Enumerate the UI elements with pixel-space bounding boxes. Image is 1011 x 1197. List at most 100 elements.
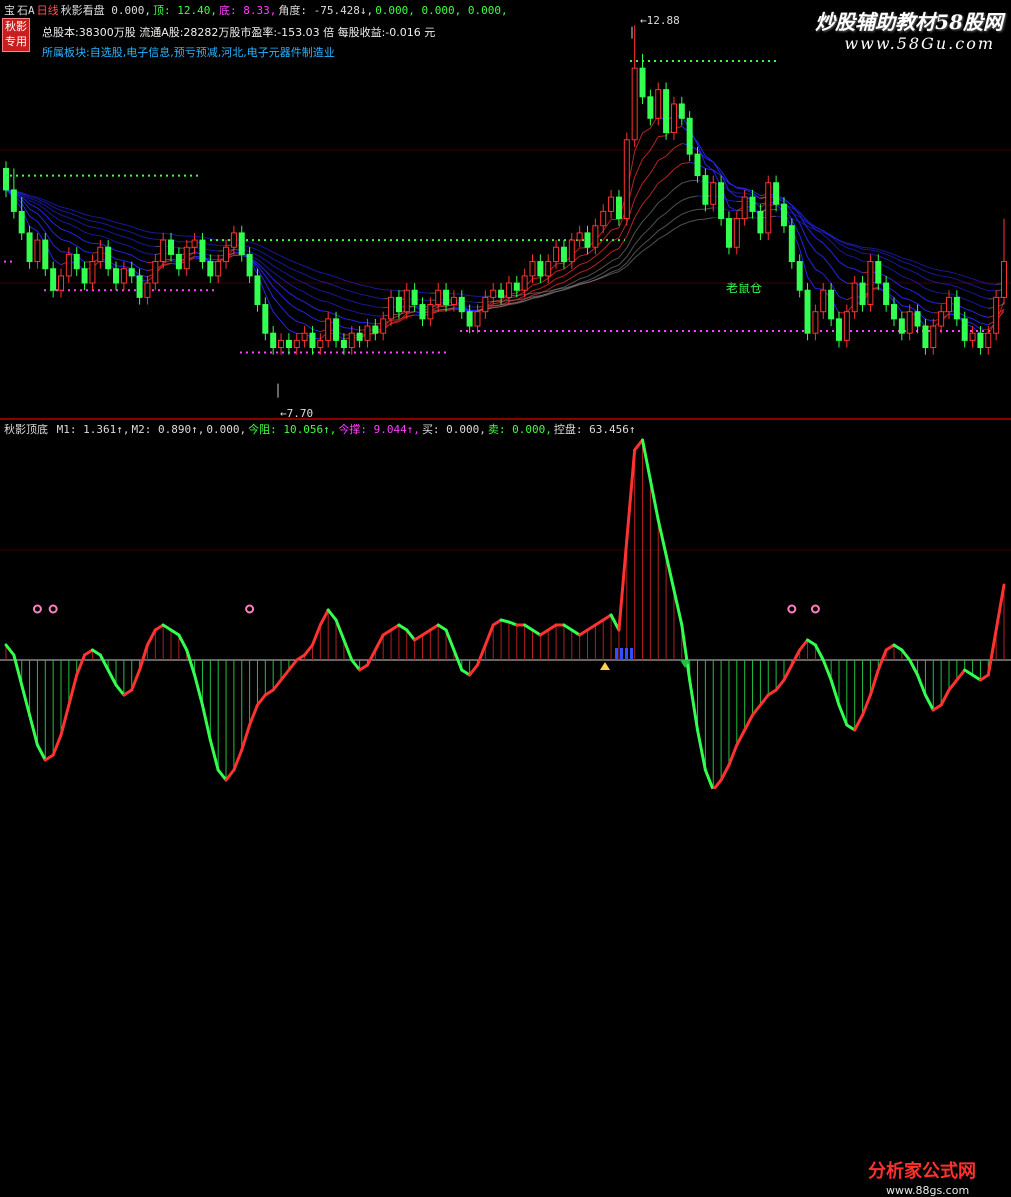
candle-body xyxy=(302,333,307,340)
candle-body xyxy=(161,240,166,261)
ma-segment xyxy=(352,292,360,295)
candle-body xyxy=(176,254,181,268)
ma-segment xyxy=(100,236,108,239)
ma-segment xyxy=(305,313,313,318)
candle-body xyxy=(742,197,747,218)
oscillator-line xyxy=(477,645,485,665)
ma-segment xyxy=(336,315,344,319)
oscillator-line xyxy=(289,660,297,670)
candle-body xyxy=(711,183,716,204)
ma-segment xyxy=(564,278,572,283)
oscillator-line xyxy=(910,660,918,675)
candle-body xyxy=(695,154,700,175)
candle-body xyxy=(137,276,142,297)
oscillator-line xyxy=(996,585,1004,630)
candle-body xyxy=(216,262,221,276)
ma-segment xyxy=(92,221,100,222)
oscillator-line xyxy=(776,680,784,690)
ma-segment xyxy=(53,207,61,211)
ma-segment xyxy=(517,295,525,296)
ma-segment xyxy=(328,302,336,305)
oscillator-line xyxy=(800,640,808,650)
ma-segment xyxy=(305,283,313,287)
candle-body xyxy=(703,176,708,205)
ma-segment xyxy=(92,227,100,228)
ma-segment xyxy=(100,223,108,225)
ma-segment xyxy=(281,263,289,267)
ma-segment xyxy=(45,222,53,232)
volume-block xyxy=(625,648,628,660)
candle-body xyxy=(51,269,56,290)
ma-segment xyxy=(289,330,297,333)
ma-segment xyxy=(965,316,973,319)
candle-body xyxy=(318,340,323,347)
oscillator-line xyxy=(234,750,242,770)
candle-body xyxy=(404,290,409,311)
ma-segment xyxy=(611,248,619,252)
candle-body xyxy=(255,276,260,305)
ma-segment xyxy=(360,294,368,296)
ma-segment xyxy=(140,243,148,246)
candle-body xyxy=(750,197,755,211)
ma-segment xyxy=(988,284,996,285)
candle-body xyxy=(962,319,967,340)
ma-segment xyxy=(281,295,289,303)
ma-segment xyxy=(533,278,541,279)
ma-segment xyxy=(973,285,981,288)
ma-segment xyxy=(202,237,210,239)
oscillator-line xyxy=(281,670,289,680)
candle-body xyxy=(719,183,724,219)
ma-segment xyxy=(375,298,383,299)
ma-segment xyxy=(69,213,77,216)
candle-body xyxy=(561,247,566,261)
ma-segment xyxy=(980,323,988,325)
ma-segment xyxy=(53,211,61,215)
ma-segment xyxy=(925,288,933,291)
ma-segment xyxy=(336,296,344,299)
ma-segment xyxy=(548,285,556,290)
oscillator-line xyxy=(250,705,258,725)
ma-segment xyxy=(163,233,171,234)
ma-segment xyxy=(619,248,627,258)
ma-segment xyxy=(980,288,988,290)
candle-body xyxy=(915,312,920,326)
ma-segment xyxy=(925,266,933,268)
ma-segment xyxy=(77,228,85,233)
ma-segment xyxy=(116,242,124,244)
bottom-watermark-title: 分析家公式网 xyxy=(868,1157,976,1183)
oscillator-line xyxy=(713,780,721,789)
ma-segment xyxy=(273,259,281,263)
ma-segment xyxy=(289,275,297,279)
ma-segment xyxy=(116,259,124,260)
ma-segment xyxy=(375,288,383,289)
ma-segment xyxy=(556,269,564,271)
ma-segment xyxy=(698,219,706,220)
ma-segment xyxy=(886,276,894,281)
ma-segment xyxy=(870,248,878,249)
candle-body xyxy=(90,262,95,283)
candle-body xyxy=(121,269,126,283)
ma-segment xyxy=(863,247,871,248)
ma-segment xyxy=(147,238,155,239)
candle-body xyxy=(310,333,315,347)
ma-segment xyxy=(863,249,871,250)
ma-segment xyxy=(918,283,926,288)
ma-segment xyxy=(886,252,894,255)
ma-segment xyxy=(949,294,957,296)
ma-segment xyxy=(729,183,737,187)
ma-segment xyxy=(305,302,313,307)
candle-body xyxy=(35,240,40,261)
oscillator-line xyxy=(305,645,313,655)
ma-segment xyxy=(611,265,619,268)
ma-segment xyxy=(588,265,596,270)
candle-body xyxy=(656,90,661,119)
oscillator-line xyxy=(375,635,383,650)
ma-segment xyxy=(470,302,478,303)
ma-segment xyxy=(674,144,682,149)
ma-segment xyxy=(69,242,77,246)
pink-marker xyxy=(50,606,57,613)
oscillator-line xyxy=(53,735,61,755)
candle-body xyxy=(294,340,299,347)
oscillator-line xyxy=(815,645,823,660)
ma-segment xyxy=(320,311,328,312)
